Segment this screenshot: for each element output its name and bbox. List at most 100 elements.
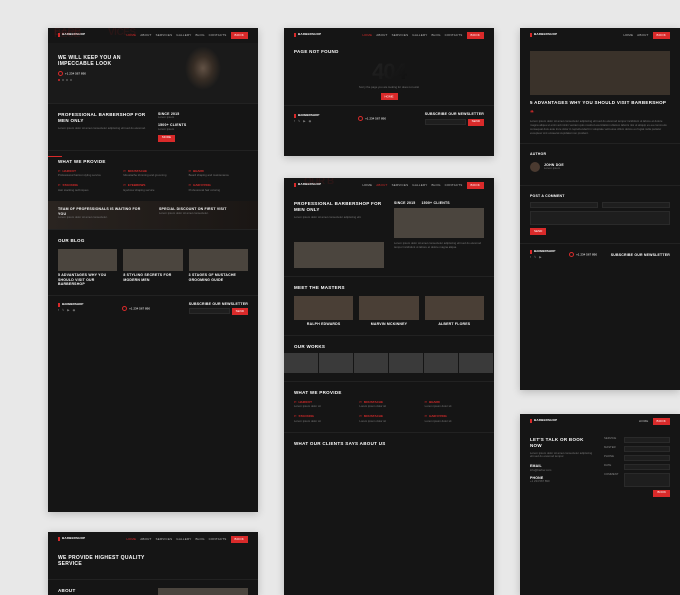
works-title: OUR WORKS — [284, 344, 494, 350]
works-gallery[interactable] — [284, 353, 494, 373]
nav-home[interactable]: HOME — [126, 34, 136, 38]
nav-menu: HOME ABOUT SERVICES GALLERY BLOG CONTACT… — [126, 536, 248, 543]
header-nav: BARBERSHOP HOME ABOUT SERVICES GALLERY B… — [48, 532, 258, 547]
twitter-icon: 𝕏 — [62, 309, 64, 313]
book-button[interactable]: BOOK — [231, 32, 248, 39]
works-section: OUR WORKS OUR B — [284, 335, 494, 381]
name-input[interactable] — [530, 202, 598, 208]
service-item[interactable]: EYEBROWSEyebrow shaping service — [123, 184, 182, 193]
comments-title: POST A COMMENT — [530, 194, 670, 199]
date-input[interactable] — [624, 464, 670, 470]
template-404: BARBERSHOP HOMEABOUTSERVICESGALLERYBLOGC… — [284, 28, 494, 156]
contact-form-section: LET'S TALK OR BOOK NOW Lorem ipsum dolor… — [520, 429, 680, 505]
about-image — [158, 588, 248, 595]
template-about: BARBERSHOP HOMEABOUTSERVICESGALLERYBLOGC… — [284, 178, 494, 595]
interior-image — [394, 208, 484, 238]
social-icons[interactable]: f𝕏▶ ◉ — [58, 309, 83, 313]
header-nav: BARBERSHOP HOME ABOUT SERVICES GALLERY B… — [48, 28, 258, 43]
testimonials-section: WHAT OUR CLIENTS SAYS ABOUT US — [284, 432, 494, 458]
logo[interactable]: BARBERSHOP — [58, 537, 85, 541]
footer-logo[interactable]: BARBERSHOP — [58, 303, 83, 307]
error-code: 404 — [294, 58, 484, 87]
instagram-icon: ◉ — [73, 309, 76, 313]
footer: BARBERSHOP f𝕏▶ ◉ +1 234 567 890 SUBSCRIBE… — [48, 295, 258, 321]
masters-section: MEET THE MASTERS RALPH EDWARDS MARVIN MC… — [284, 276, 494, 334]
newsletter-title: SUBSCRIBE OUR NEWSLETTER — [189, 302, 248, 307]
services-section: VICES WHAT WE PROVIDE HAIRCUTProfessiona… — [48, 150, 258, 201]
blog-card[interactable]: 5 ADVANTAGES WHY YOU SHOULD VISIT OUR BA… — [58, 249, 117, 287]
footer: BARBERSHOPf𝕏▶ +1 234 567 890 SUBSCRIBE O… — [520, 243, 680, 266]
send-button[interactable]: SEND — [232, 308, 248, 315]
master-card[interactable]: RALPH EDWARDS — [294, 296, 353, 327]
footer: BARBERSHOP f𝕏▶◉ +1 234 567 890 SUBSCRIBE… — [284, 105, 494, 131]
hero-section: WE WILL KEEP YOU AN IMPECCABLE LOOK +1 2… — [48, 43, 258, 103]
home-button[interactable]: HOME — [381, 93, 398, 100]
comment-textarea[interactable] — [624, 473, 670, 487]
template-blog-post: BARBERSHOP HOMEABOUTBOOK 5 ADVANTAGES WH… — [520, 28, 680, 390]
hero-portrait — [173, 45, 233, 103]
blog-title: OUR BLOG — [58, 238, 248, 244]
template-contact: BARBERSHOP HOMEBOOK LET'S TALK OR BOOK N… — [520, 414, 680, 595]
email-input[interactable] — [189, 308, 230, 314]
intro-section: PROFESSIONAL BARBERSHOP FOR MEN ONLY Lor… — [284, 193, 494, 277]
blog-section: RECE OUR BLOG 5 ADVANTAGES WHY YOU SHOUL… — [48, 229, 258, 294]
header-nav: BARBERSHOP HOMEABOUTBOOK — [520, 28, 680, 43]
intro-section: BARB PROFESSIONAL BARBERSHOP FOR MEN ONL… — [48, 103, 258, 150]
book-submit-button[interactable]: BOOK — [653, 490, 670, 497]
header-nav: BARBERSHOP HOMEBOOK — [520, 414, 680, 429]
facebook-icon: f — [58, 309, 59, 313]
post-body: 5 ADVANTAGES WHY YOU SHOULD VISIT BARBER… — [520, 43, 680, 144]
email-input[interactable] — [602, 202, 670, 208]
provide-title: WHAT WE PROVIDE — [294, 390, 484, 396]
contact-title: LET'S TALK OR BOOK NOW — [530, 437, 596, 449]
nav-about[interactable]: ABOUT — [140, 34, 151, 38]
comment-textarea[interactable] — [530, 211, 670, 225]
nav-menu: HOME ABOUT SERVICES GALLERY BLOG CONTACT… — [126, 32, 248, 39]
service-item[interactable]: MOUSTACHEMoustache trimming and grooming — [123, 170, 182, 179]
more-button[interactable]: MORE — [158, 135, 175, 142]
logo[interactable]: BARBERSHOP — [294, 33, 321, 37]
promo-banner: TEAM OF PROFESSIONALS IS WAITING FOR YOU… — [48, 201, 258, 229]
service-item[interactable]: BEARDBeard shaping and maintenance — [189, 170, 248, 179]
submit-button[interactable]: SEND — [530, 228, 546, 235]
intro-text: Lorem ipsum dolor sit amet consectetur a… — [58, 127, 148, 131]
youtube-icon: ▶ — [67, 309, 69, 313]
master-card[interactable]: MARVIN MCKINNEY — [359, 296, 418, 327]
service-select[interactable] — [624, 437, 670, 443]
provide-title: WHAT WE PROVIDE — [58, 159, 248, 165]
booking-form: SERVICE MASTER PHONE DATE COMMENT BOOK — [604, 437, 670, 497]
author-label: AUTHOR — [530, 152, 670, 157]
author-avatar — [530, 162, 540, 172]
blog-card[interactable]: 8 STYLING SECRETS FOR MODERN MEN — [123, 249, 182, 287]
post-content: Lorem ipsum dolor sit amet consectetur a… — [530, 120, 670, 136]
master-card[interactable]: ALBERT FLORES — [425, 296, 484, 327]
comment-section: POST A COMMENT SEND — [520, 185, 680, 243]
template-quality: BARBERSHOP HOME ABOUT SERVICES GALLERY B… — [48, 532, 258, 595]
header-nav: BARBERSHOP HOMEABOUTSERVICESGALLERYBLOGC… — [284, 178, 494, 193]
service-item[interactable]: HAIRCUTProfessional haircut styling serv… — [58, 170, 117, 179]
nav-gallery[interactable]: GALLERY — [176, 34, 191, 38]
accent-line — [48, 156, 62, 157]
about-title: ABOUT — [58, 588, 148, 594]
footer-phone[interactable]: +1 234 567 890 — [122, 306, 150, 311]
nav-services[interactable]: SERVICES — [156, 34, 173, 38]
quote-icon: ❝ — [530, 109, 670, 118]
intro-title: PROFESSIONAL BARBERSHOP FOR MEN ONLY — [294, 201, 384, 213]
author-section: AUTHOR JOHN DOE Lorem ipsum — [520, 143, 680, 185]
master-select[interactable] — [624, 446, 670, 452]
post-hero-image — [530, 51, 670, 95]
service-item[interactable]: STACKINGHair stacking techniques — [58, 184, 117, 193]
logo[interactable]: BARBERSHOP — [58, 33, 85, 37]
masters-title: MEET THE MASTERS — [294, 285, 484, 291]
service-item[interactable]: HAIR DYINGProfessional hair coloring — [189, 184, 248, 193]
services-section-2: WHAT WE PROVIDE HAIRCUTLorem ipsum dolor… — [284, 381, 494, 432]
quality-title: WE PROVIDE HIGHEST QUALITY SERVICE — [58, 555, 158, 567]
phone-input[interactable] — [624, 455, 670, 461]
error-title: PAGE NOT FOUND — [294, 49, 484, 55]
intro-title: PROFESSIONAL BARBERSHOP FOR MEN ONLY — [58, 112, 148, 124]
nav-blog[interactable]: BLOG — [195, 34, 204, 38]
blog-card[interactable]: 3 STAGES OF MUSTACHE GROOMING GUIDE — [189, 249, 248, 287]
nav-contacts[interactable]: CONTACTS — [209, 34, 227, 38]
template-homepage: BARBERSHOP HOME ABOUT SERVICES GALLERY B… — [48, 28, 258, 512]
testimonials-title: WHAT OUR CLIENTS SAYS ABOUT US — [294, 441, 484, 447]
